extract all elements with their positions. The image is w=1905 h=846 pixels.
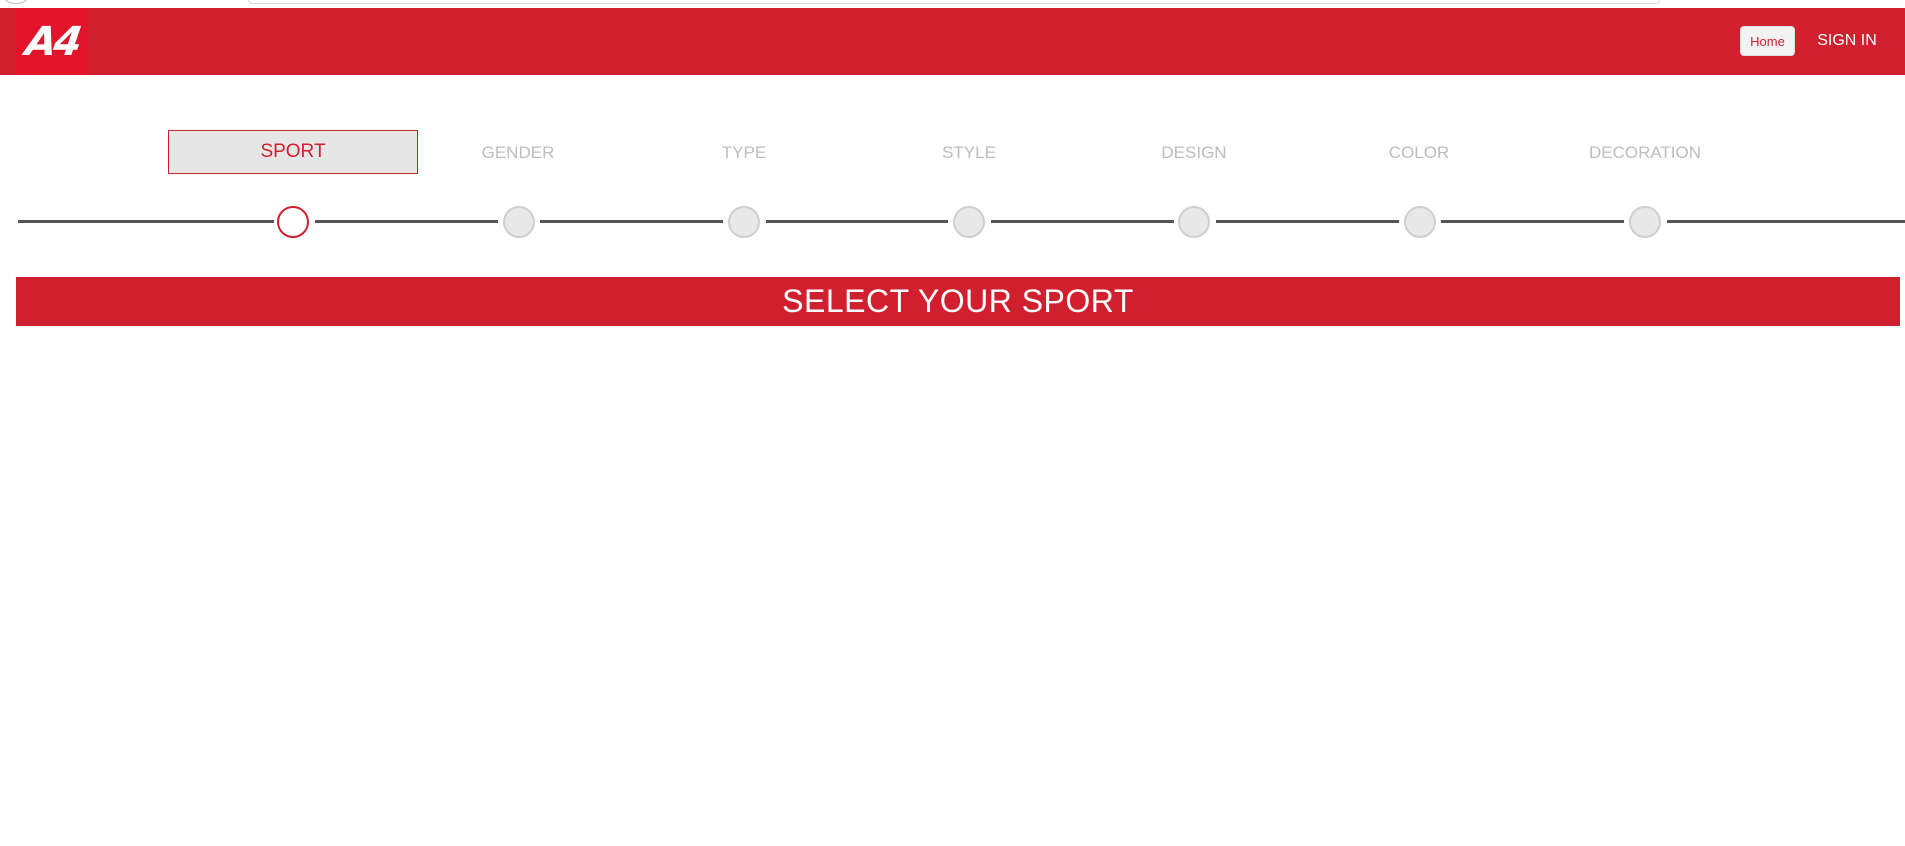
progress-segment	[1216, 220, 1399, 223]
logo-text: A4	[22, 18, 82, 65]
browser-button-sliver	[4, 0, 28, 4]
step-dot-type[interactable]	[728, 206, 760, 238]
progress-segment	[18, 220, 274, 223]
progress-segment	[315, 220, 498, 223]
step-tab-type[interactable]: TYPE	[619, 131, 869, 175]
progress-segment	[1441, 220, 1624, 223]
step-tab-gender[interactable]: GENDER	[393, 131, 643, 175]
step-dot-style[interactable]	[953, 206, 985, 238]
step-dot-gender[interactable]	[503, 206, 535, 238]
browser-address-bar-sliver	[248, 0, 1660, 4]
progress-segment	[991, 220, 1174, 223]
brand-logo[interactable]: A4	[16, 8, 88, 75]
step-dot-design[interactable]	[1178, 206, 1210, 238]
sign-in-link[interactable]: SIGN IN	[1812, 26, 1882, 56]
home-button[interactable]: Home	[1740, 26, 1795, 56]
step-tab-sport[interactable]: SPORT	[168, 130, 418, 174]
progress-segment	[540, 220, 723, 223]
section-banner: SELECT YOUR SPORT	[16, 277, 1900, 326]
step-tab-design[interactable]: DESIGN	[1069, 131, 1319, 175]
step-tab-style[interactable]: STYLE	[844, 131, 1094, 175]
step-dot-color[interactable]	[1404, 206, 1436, 238]
step-tab-decoration[interactable]: DECORATION	[1520, 131, 1770, 175]
browser-top-strip	[0, 0, 1905, 8]
progress-segment	[1667, 220, 1905, 223]
step-progress-track	[0, 206, 1905, 238]
progress-segment	[766, 220, 948, 223]
page-title: SELECT YOUR SPORT	[782, 283, 1134, 319]
site-header: A4 Home SIGN IN	[0, 8, 1905, 75]
step-dot-sport[interactable]	[277, 206, 309, 238]
step-tab-color[interactable]: COLOR	[1294, 131, 1544, 175]
step-dot-decoration[interactable]	[1629, 206, 1661, 238]
